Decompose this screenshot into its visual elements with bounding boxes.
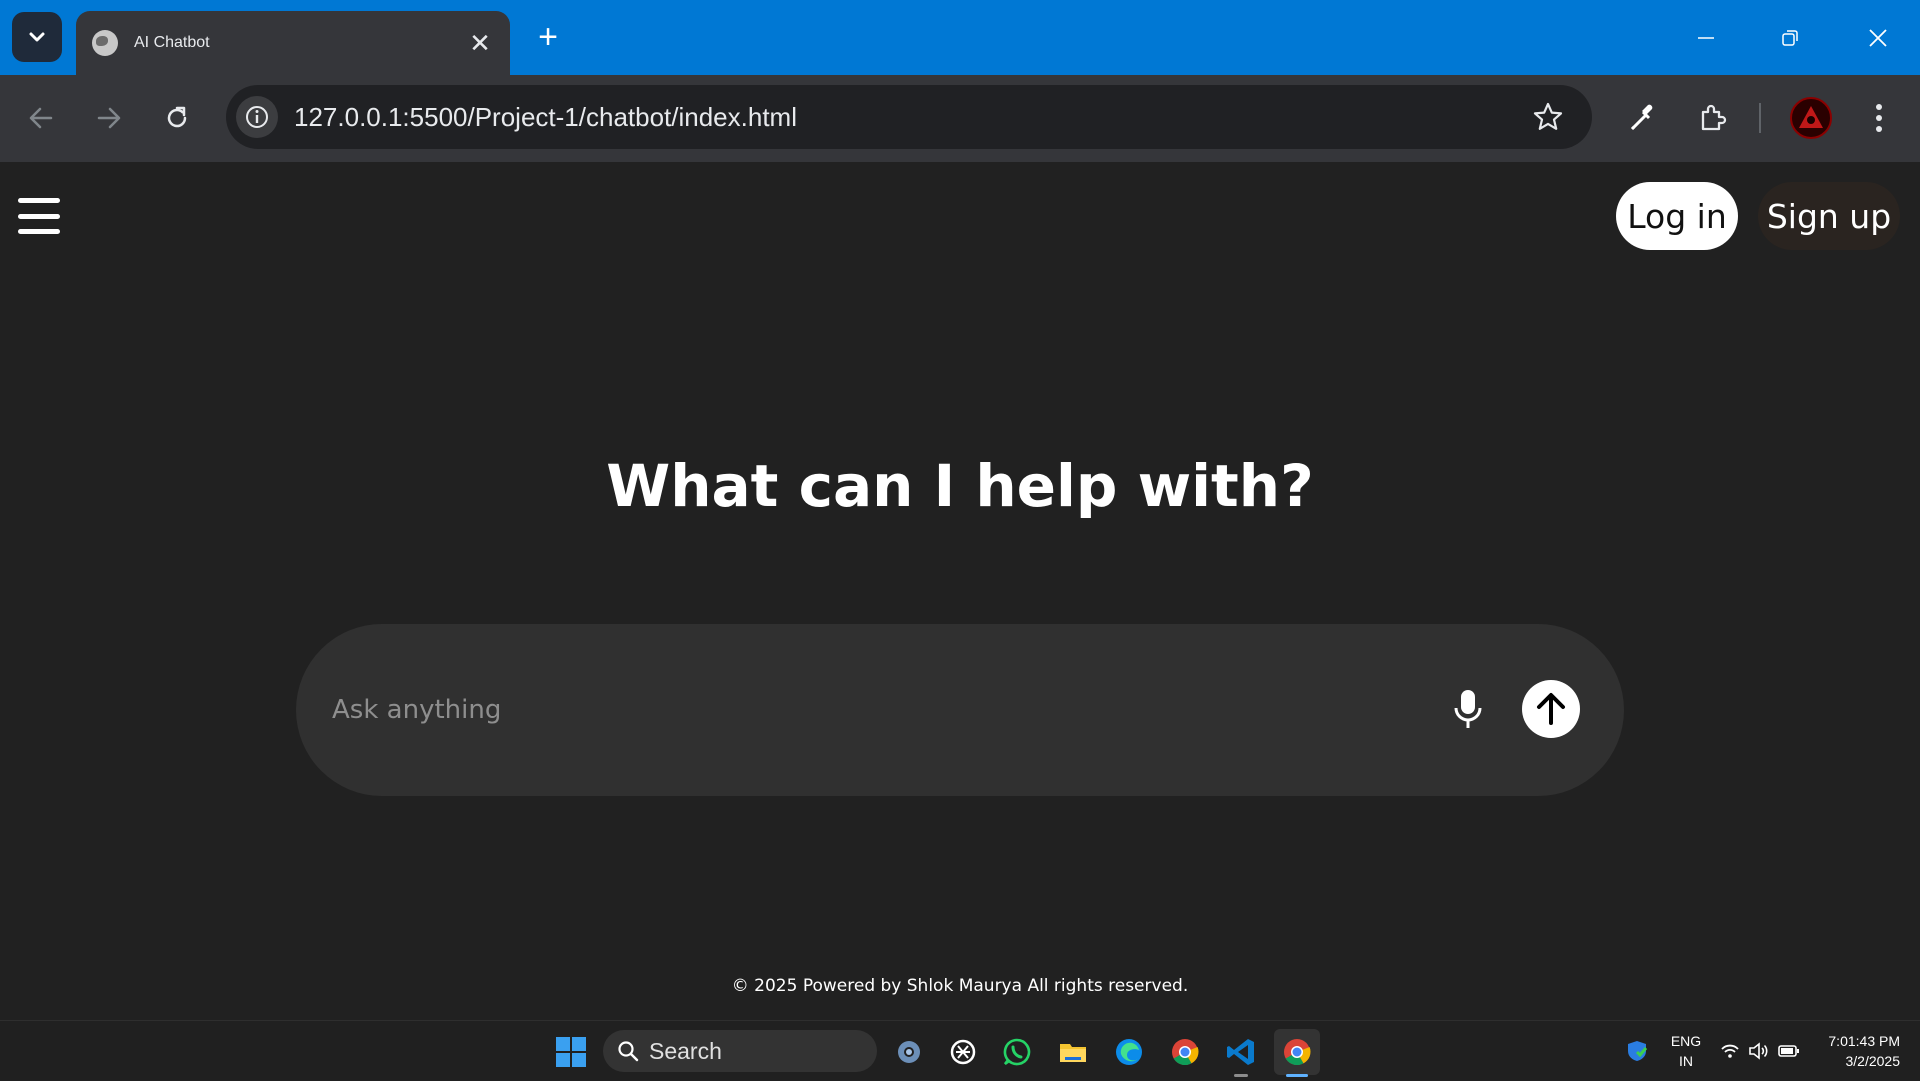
clock-time: 7:01:43 PM: [1828, 1033, 1900, 1049]
input-language-indicator[interactable]: ENG IN: [1666, 1031, 1706, 1071]
chatgpt-icon[interactable]: [940, 1029, 986, 1075]
system-clock[interactable]: 7:01:43 PM 3/2/2025: [1800, 1031, 1900, 1071]
microphone-icon[interactable]: [1448, 686, 1488, 734]
windows-taskbar: Search ENG IN 7:01:43 PM 3/2/2025: [0, 1020, 1920, 1080]
page-headline: What can I help with?: [606, 452, 1314, 520]
toolbar-divider: [1759, 103, 1761, 133]
plus-icon[interactable]: +: [530, 20, 566, 56]
chatbot-page: Log in Sign up What can I help with? © 2…: [0, 162, 1920, 1020]
page-footer: © 2025 Powered by Shlok Maurya All right…: [731, 976, 1189, 996]
clock-date: 3/2/2025: [1845, 1053, 1901, 1069]
tab-strip: AI Chatbot ✕ +: [0, 0, 1920, 75]
bookmark-star-icon[interactable]: [1532, 101, 1564, 133]
browser-toolbar: 127.0.0.1:5500/Project-1/chatbot/index.h…: [0, 75, 1920, 162]
volume-icon[interactable]: [1746, 1021, 1772, 1081]
file-explorer-icon[interactable]: [1050, 1029, 1096, 1075]
back-arrow-icon[interactable]: [18, 95, 64, 141]
wifi-icon[interactable]: [1718, 1021, 1742, 1081]
profile-avatar[interactable]: [1790, 97, 1832, 139]
chrome-icon[interactable]: [1162, 1029, 1208, 1075]
lang-line1: ENG: [1670, 1033, 1702, 1049]
hamburger-bar: [18, 198, 60, 203]
address-bar[interactable]: 127.0.0.1:5500/Project-1/chatbot/index.h…: [226, 85, 1592, 149]
browser-tab[interactable]: AI Chatbot ✕: [76, 11, 510, 75]
forward-arrow-icon[interactable]: [86, 95, 132, 141]
site-info-icon[interactable]: [236, 96, 278, 138]
reload-icon[interactable]: [154, 95, 200, 141]
active-indicator: [1286, 1074, 1308, 1077]
edge-icon[interactable]: [1106, 1029, 1152, 1075]
chrome-active-icon[interactable]: [1274, 1029, 1320, 1077]
chat-input[interactable]: [332, 680, 1392, 740]
window-close-icon[interactable]: [1854, 14, 1902, 62]
hamburger-bar: [18, 229, 60, 234]
vscode-icon[interactable]: [1218, 1029, 1264, 1077]
eyedropper-icon[interactable]: [1620, 95, 1666, 141]
search-icon: [618, 1041, 639, 1062]
tab-title: AI Chatbot: [134, 34, 210, 51]
taskbar-search[interactable]: Search: [603, 1030, 877, 1072]
whatsapp-icon[interactable]: [994, 1029, 1040, 1075]
hamburger-menu-icon[interactable]: [18, 198, 60, 234]
signup-button[interactable]: Sign up: [1758, 182, 1900, 250]
restore-icon[interactable]: [1766, 14, 1814, 62]
taskbar-search-label: Search: [649, 1037, 722, 1064]
url-text[interactable]: 127.0.0.1:5500/Project-1/chatbot/index.h…: [294, 85, 797, 149]
hamburger-bar: [18, 213, 60, 219]
tab-search-icon[interactable]: [12, 12, 62, 62]
login-button[interactable]: Log in: [1616, 182, 1738, 250]
minimize-icon[interactable]: [1682, 14, 1730, 62]
windows-start-icon[interactable]: [556, 1037, 586, 1067]
close-icon[interactable]: ✕: [466, 29, 494, 57]
security-shield-icon[interactable]: [1622, 1021, 1652, 1081]
extensions-icon[interactable]: [1690, 95, 1736, 141]
lang-line2: IN: [1679, 1053, 1693, 1069]
settings-icon[interactable]: [886, 1029, 932, 1075]
running-indicator: [1234, 1074, 1248, 1077]
kebab-menu-icon[interactable]: [1856, 95, 1902, 141]
chat-composer: [296, 624, 1624, 796]
globe-favicon-icon: [92, 30, 118, 56]
send-arrow-icon[interactable]: [1522, 680, 1580, 738]
battery-icon[interactable]: [1776, 1021, 1802, 1081]
